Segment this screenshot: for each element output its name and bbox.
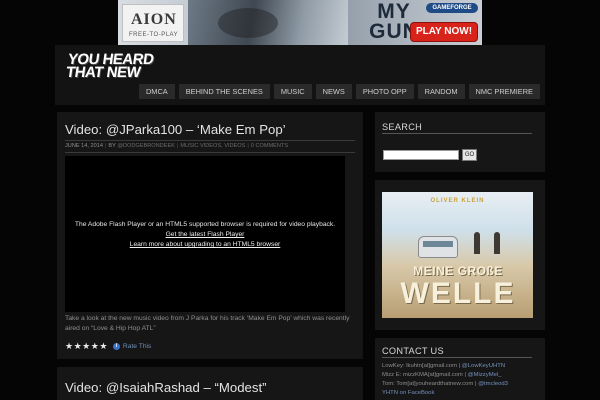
contact-text: Tom: Tom[at]youheardthatnew.com | xyxy=(382,381,477,387)
title-divider xyxy=(65,140,355,141)
ad-logo-subtitle: FREE-TO-PLAY xyxy=(129,32,179,38)
promo-figure xyxy=(474,232,480,254)
video-requirement-text: The Adobe Flash Player or an HTML5 suppo… xyxy=(74,221,336,228)
search-title-divider xyxy=(382,133,532,134)
contact-title-divider xyxy=(382,357,532,358)
post-by: BY xyxy=(108,143,116,149)
nav-item-dmca[interactable]: DMCA xyxy=(138,84,175,99)
ad-play-now-button[interactable]: PLAY NOW! xyxy=(410,22,478,42)
promo-van-graphic xyxy=(418,236,458,258)
contact-line: Mizz E: mizzKMA[at]gmail.com | @MizzyMel… xyxy=(382,372,501,378)
nav-item-news[interactable]: NEWS xyxy=(315,84,352,99)
nav-item-photo-opp[interactable]: PHOTO OPP xyxy=(355,84,414,99)
info-icon[interactable]: i xyxy=(112,342,120,350)
promo-widget: OLIVER KLEIN MEINE GROßE WELLE xyxy=(375,180,545,330)
twitter-handle-link[interactable]: @MizzyMel_ xyxy=(468,372,502,378)
search-go-button[interactable]: GO xyxy=(462,149,477,161)
contact-widget: CONTACT US LowKey: lkuhtn[at]gmail.com |… xyxy=(375,338,545,400)
ad-brand: GAMEFORGE xyxy=(426,3,478,13)
twitter-handle-link[interactable]: @LowKeyUHTN xyxy=(462,363,505,369)
video-fallback-message: The Adobe Flash Player or an HTML5 suppo… xyxy=(65,220,345,250)
rate-this-link[interactable]: Rate This xyxy=(123,343,152,350)
contact-line: LowKey: lkuhtn[at]gmail.com | @LowKeyUHT… xyxy=(382,363,505,369)
ad-banner[interactable]: AION FREE-TO-PLAY MY GUN GAMEFORGE PLAY … xyxy=(118,0,482,45)
twitter-handle-link[interactable]: @tmcleod3 xyxy=(478,381,508,387)
contact-text: Mizz E: mizzKMA[at]gmail.com | xyxy=(382,372,467,378)
star-icon[interactable]: ★ xyxy=(74,341,82,351)
site-logo[interactable]: YOU HEARD THAT NEW xyxy=(65,51,165,81)
category-link-music-videos[interactable]: MUSIC VIDEOS xyxy=(180,143,221,149)
meta-divider xyxy=(65,152,355,153)
nav-item-nmc-premiere[interactable]: NMC PREMIERE xyxy=(468,84,540,99)
site-header: YOU HEARD THAT NEW DMCA BEHIND THE SCENE… xyxy=(55,45,545,105)
rating-widget: ★ ★ ★ ★ ★ i Rate This xyxy=(65,341,151,351)
post-title[interactable]: Video: @JParka100 – ‘Make Em Pop’ xyxy=(65,122,286,137)
post-card: Video: @JParka100 – ‘Make Em Pop’ JUNE 1… xyxy=(57,112,363,359)
nav-item-behind-the-scenes[interactable]: BEHIND THE SCENES xyxy=(178,84,270,99)
contact-text: LowKey: lkuhtn[at]gmail.com | xyxy=(382,363,461,369)
contact-line: Tom: Tom[at]youheardthatnew.com | @tmcle… xyxy=(382,381,508,387)
album-promo-image[interactable]: OLIVER KLEIN MEINE GROßE WELLE xyxy=(382,192,533,318)
post-meta: JUNE 14, 2014 | BY @DODGEBRONDEEK | MUSIC VI… xyxy=(65,143,289,149)
search-widget: SEARCH GO xyxy=(375,112,545,172)
star-icon[interactable]: ★ xyxy=(99,341,107,351)
search-input[interactable] xyxy=(383,150,459,160)
category-link-videos[interactable]: VIDEOS xyxy=(224,143,245,149)
nav-item-random[interactable]: RANDOM xyxy=(417,84,465,99)
html5-upgrade-link[interactable]: Learn more about upgrading to an HTML5 b… xyxy=(130,241,281,248)
promo-title-line2: WELLE xyxy=(400,277,516,310)
ad-logo-title: AION xyxy=(131,11,177,28)
contact-line: YHTN on FaceBook xyxy=(382,390,434,396)
star-icon[interactable]: ★ xyxy=(65,341,73,351)
post-card-2: Video: @IsaiahRashad – “Modest” xyxy=(57,367,363,400)
flash-player-link[interactable]: Get the latest Flash Player xyxy=(166,231,245,238)
post-title-2[interactable]: Video: @IsaiahRashad – “Modest” xyxy=(65,380,267,395)
ad-artwork xyxy=(188,0,348,45)
contact-title: CONTACT US xyxy=(382,346,444,356)
nav-item-music[interactable]: MUSIC xyxy=(273,84,312,99)
video-player[interactable]: The Adobe Flash Player or an HTML5 suppo… xyxy=(65,156,345,312)
main-nav: DMCA BEHIND THE SCENES MUSIC NEWS PHOTO … xyxy=(138,84,540,99)
search-title: SEARCH xyxy=(382,122,423,132)
promo-artist: OLIVER KLEIN xyxy=(430,198,485,204)
star-icon[interactable]: ★ xyxy=(91,341,99,351)
promo-figure xyxy=(494,232,500,254)
post-date: JUNE 14, 2014 xyxy=(65,143,103,149)
ad-logo: AION FREE-TO-PLAY xyxy=(122,4,184,42)
post-excerpt: Take a look at the new music video from … xyxy=(65,315,350,332)
comments-link[interactable]: 0 COMMENTS xyxy=(251,143,288,149)
promo-title-line1: MEINE GROßE xyxy=(413,264,503,278)
post-author-link[interactable]: @DODGEBRONDEEK xyxy=(117,143,175,149)
star-icon[interactable]: ★ xyxy=(82,341,90,351)
facebook-link[interactable]: YHTN on FaceBook xyxy=(382,390,434,396)
